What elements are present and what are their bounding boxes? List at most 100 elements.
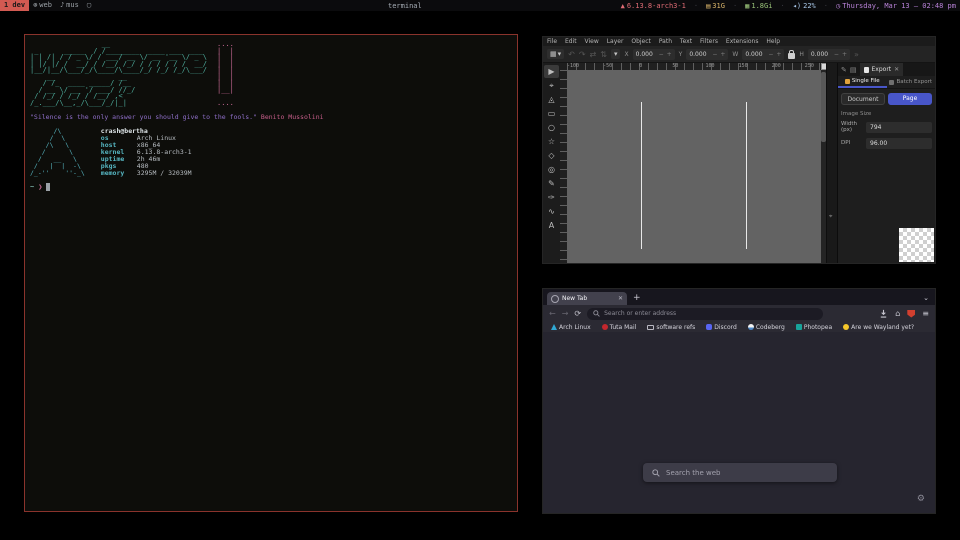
rotate-cw-icon[interactable]: ↷: [579, 50, 586, 59]
drawing-canvas[interactable]: [567, 70, 821, 263]
dpi-input[interactable]: 96.00: [866, 138, 932, 149]
menu-path[interactable]: Path: [659, 38, 672, 45]
single-file-icon: [845, 79, 850, 84]
single-file-tab[interactable]: Single File: [838, 76, 887, 88]
inkscape-window[interactable]: File Edit View Layer Object Path Text Fi…: [542, 36, 936, 264]
menu-filters[interactable]: Filters: [700, 38, 718, 45]
prompt-path: ~: [30, 183, 34, 191]
toolbar-overflow-icon[interactable]: »: [854, 50, 859, 59]
flip-horizontal-icon[interactable]: ⇄: [590, 50, 597, 59]
rotate-ccw-icon[interactable]: ↶: [568, 50, 575, 59]
minus-icon[interactable]: −: [712, 51, 717, 58]
dpi-label: DPI: [841, 140, 863, 146]
close-icon[interactable]: ✕: [894, 66, 899, 73]
tool-ellipse[interactable]: ○: [544, 121, 559, 134]
web-search-box[interactable]: Search the web: [643, 463, 837, 482]
tool-shape-builder[interactable]: ◬: [544, 93, 559, 106]
document-button[interactable]: Document: [841, 93, 885, 105]
separator: ·: [780, 2, 784, 10]
tool-node[interactable]: ⌖: [544, 79, 559, 92]
tag-dev[interactable]: 1 dev: [0, 0, 29, 11]
menu-help[interactable]: Help: [766, 38, 780, 45]
minus-icon[interactable]: −: [834, 51, 839, 58]
menu-edit[interactable]: Edit: [565, 38, 577, 45]
y-spinbox[interactable]: 0.000 − +: [686, 49, 728, 60]
snap-icon[interactable]: ⌖: [829, 213, 832, 221]
align-dropdown[interactable]: ▾: [611, 49, 621, 59]
tool-spiral[interactable]: ◎: [544, 163, 559, 176]
forward-button[interactable]: →: [562, 309, 569, 318]
printer-dock-icon[interactable]: ▤: [850, 66, 857, 74]
vertical-ruler[interactable]: [560, 70, 567, 263]
back-button[interactable]: ←: [549, 309, 556, 318]
height-spinbox[interactable]: 0.000 − +: [808, 49, 850, 60]
download-icon[interactable]: [879, 309, 888, 318]
bookmark-photopea[interactable]: Photopea: [796, 324, 832, 331]
arch-ascii-logo: /\ / \ /\ \ / \ / __ \ / | | -\ /_-'' ''…: [30, 128, 85, 177]
reload-button[interactable]: ⟳: [574, 309, 581, 318]
export-dialog-tab[interactable]: Export ✕: [860, 63, 904, 76]
x-spinbox[interactable]: 0.000 − +: [633, 49, 675, 60]
plus-icon[interactable]: +: [720, 51, 725, 58]
tool-3dbox[interactable]: ◇: [544, 149, 559, 162]
active-tab[interactable]: New Tab ✕: [547, 292, 627, 305]
tool-pencil[interactable]: ✎: [544, 177, 559, 190]
tool-calligraphy[interactable]: ∿: [544, 205, 559, 218]
gear-icon[interactable]: ⚙: [917, 494, 925, 504]
w-label: W: [732, 51, 738, 58]
tag-web[interactable]: ⊛ web: [29, 0, 56, 11]
plus-icon[interactable]: +: [842, 51, 847, 58]
horizontal-ruler[interactable]: -100 -50 0 50 100 150 200 250: [567, 63, 821, 70]
clock-module: ◷ Thursday, Mar 13 — 02:48 pm: [836, 2, 956, 10]
tab-bar: New Tab ✕ + ⌄: [543, 289, 935, 305]
page-button[interactable]: Page: [888, 93, 932, 105]
width-spinbox[interactable]: 0.000 − +: [742, 49, 784, 60]
terminal-window[interactable]: __ _ _____ / /________ ____ ___ ___ | | …: [24, 34, 518, 512]
tool-star[interactable]: ☆: [544, 135, 559, 148]
fetch-fields: crash@bertha os Arch Linux host x86_64 k…: [101, 128, 192, 177]
plus-icon[interactable]: +: [776, 51, 781, 58]
clock-icon: ◷: [836, 2, 840, 10]
batch-export-tab[interactable]: Batch Export: [887, 76, 936, 88]
home-icon[interactable]: ⌂: [895, 309, 900, 318]
url-bar[interactable]: Search or enter address: [587, 308, 823, 320]
menu-extensions[interactable]: Extensions: [726, 38, 759, 45]
new-tab-button[interactable]: +: [633, 294, 641, 303]
menu-view[interactable]: View: [585, 38, 599, 45]
bookmark-arch-linux[interactable]: Arch Linux: [551, 324, 591, 331]
bookmark-folder-software-refs[interactable]: software refs: [647, 324, 695, 331]
menu-file[interactable]: File: [547, 38, 557, 45]
menu-hamburger-icon[interactable]: ≡: [922, 309, 929, 318]
minus-icon[interactable]: −: [659, 51, 664, 58]
welcome-banner: __ _ _____ / /________ ____ ___ ___ | | …: [30, 41, 512, 106]
tab-close-icon[interactable]: ✕: [618, 295, 623, 302]
menu-object[interactable]: Object: [631, 38, 651, 45]
shell-prompt[interactable]: ~ ❯: [30, 183, 512, 191]
tool-options-dropdown[interactable]: ▦ ▾: [547, 49, 564, 59]
browser-window[interactable]: New Tab ✕ + ⌄ ← → ⟳ Search or enter addr…: [542, 288, 936, 514]
bookmark-label: Arch Linux: [559, 324, 591, 331]
bookmark-tuta-mail[interactable]: Tuta Mail: [602, 324, 637, 331]
width-input[interactable]: 794: [866, 122, 932, 133]
export-preview-checkerboard: [899, 228, 934, 262]
bookmark-discord[interactable]: Discord: [706, 324, 737, 331]
lock-ratio-icon[interactable]: [788, 53, 795, 59]
bookmarks-bar: Arch Linux Tuta Mail software refs Disco…: [543, 322, 935, 332]
tool-rectangle[interactable]: ▭: [544, 107, 559, 120]
menu-text[interactable]: Text: [680, 38, 692, 45]
layout-indicator[interactable]: ▢: [83, 0, 95, 11]
tool-pen[interactable]: ✑: [544, 191, 559, 204]
tool-selector[interactable]: ▶: [544, 65, 559, 78]
flip-vertical-icon[interactable]: ⇅: [600, 50, 607, 59]
tag-music[interactable]: ♪ mus: [56, 0, 83, 11]
minus-icon[interactable]: −: [768, 51, 773, 58]
tool-text[interactable]: A: [544, 219, 559, 232]
bookmark-codeberg[interactable]: Codeberg: [748, 324, 785, 331]
list-all-tabs-icon[interactable]: ⌄: [923, 294, 929, 302]
bookmark-are-we-wayland-yet[interactable]: Are we Wayland yet?: [843, 324, 914, 331]
menu-layer[interactable]: Layer: [607, 38, 624, 45]
pencil-dock-icon[interactable]: ✎: [841, 66, 847, 74]
ublock-shield-icon[interactable]: [907, 310, 915, 318]
plus-icon[interactable]: +: [667, 51, 672, 58]
music-note-icon: ♪: [60, 0, 64, 11]
